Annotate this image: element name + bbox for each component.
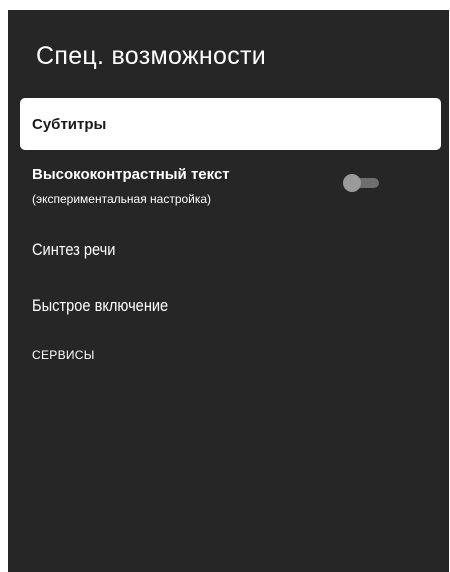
page-title: Спец. возможности — [36, 42, 267, 70]
menu-item-quick-enable[interactable]: Быстрое включение — [20, 292, 441, 322]
accessibility-screen: Спец. возможности Субтитры Высококонтрас… — [8, 10, 449, 572]
menu-item-high-contrast-sublabel: (экспериментальная настройка) — [32, 192, 212, 206]
menu-item-subtitles[interactable]: Субтитры — [20, 98, 441, 150]
services-section-header: СЕРВИСЫ — [32, 348, 95, 362]
toggle-thumb — [343, 174, 361, 192]
menu-item-high-contrast-text[interactable]: Высококонтрастный текст (экспериментальн… — [20, 162, 441, 212]
high-contrast-toggle[interactable] — [343, 174, 381, 192]
menu-item-high-contrast-label: Высококонтрастный текст — [32, 166, 230, 183]
menu-item-quick-enable-label: Быстрое включение — [32, 296, 169, 315]
menu-item-subtitles-label: Субтитры — [32, 116, 107, 133]
menu-item-tts-label: Синтез речи — [32, 240, 116, 259]
menu-item-text-to-speech[interactable]: Синтез речи — [20, 236, 441, 266]
